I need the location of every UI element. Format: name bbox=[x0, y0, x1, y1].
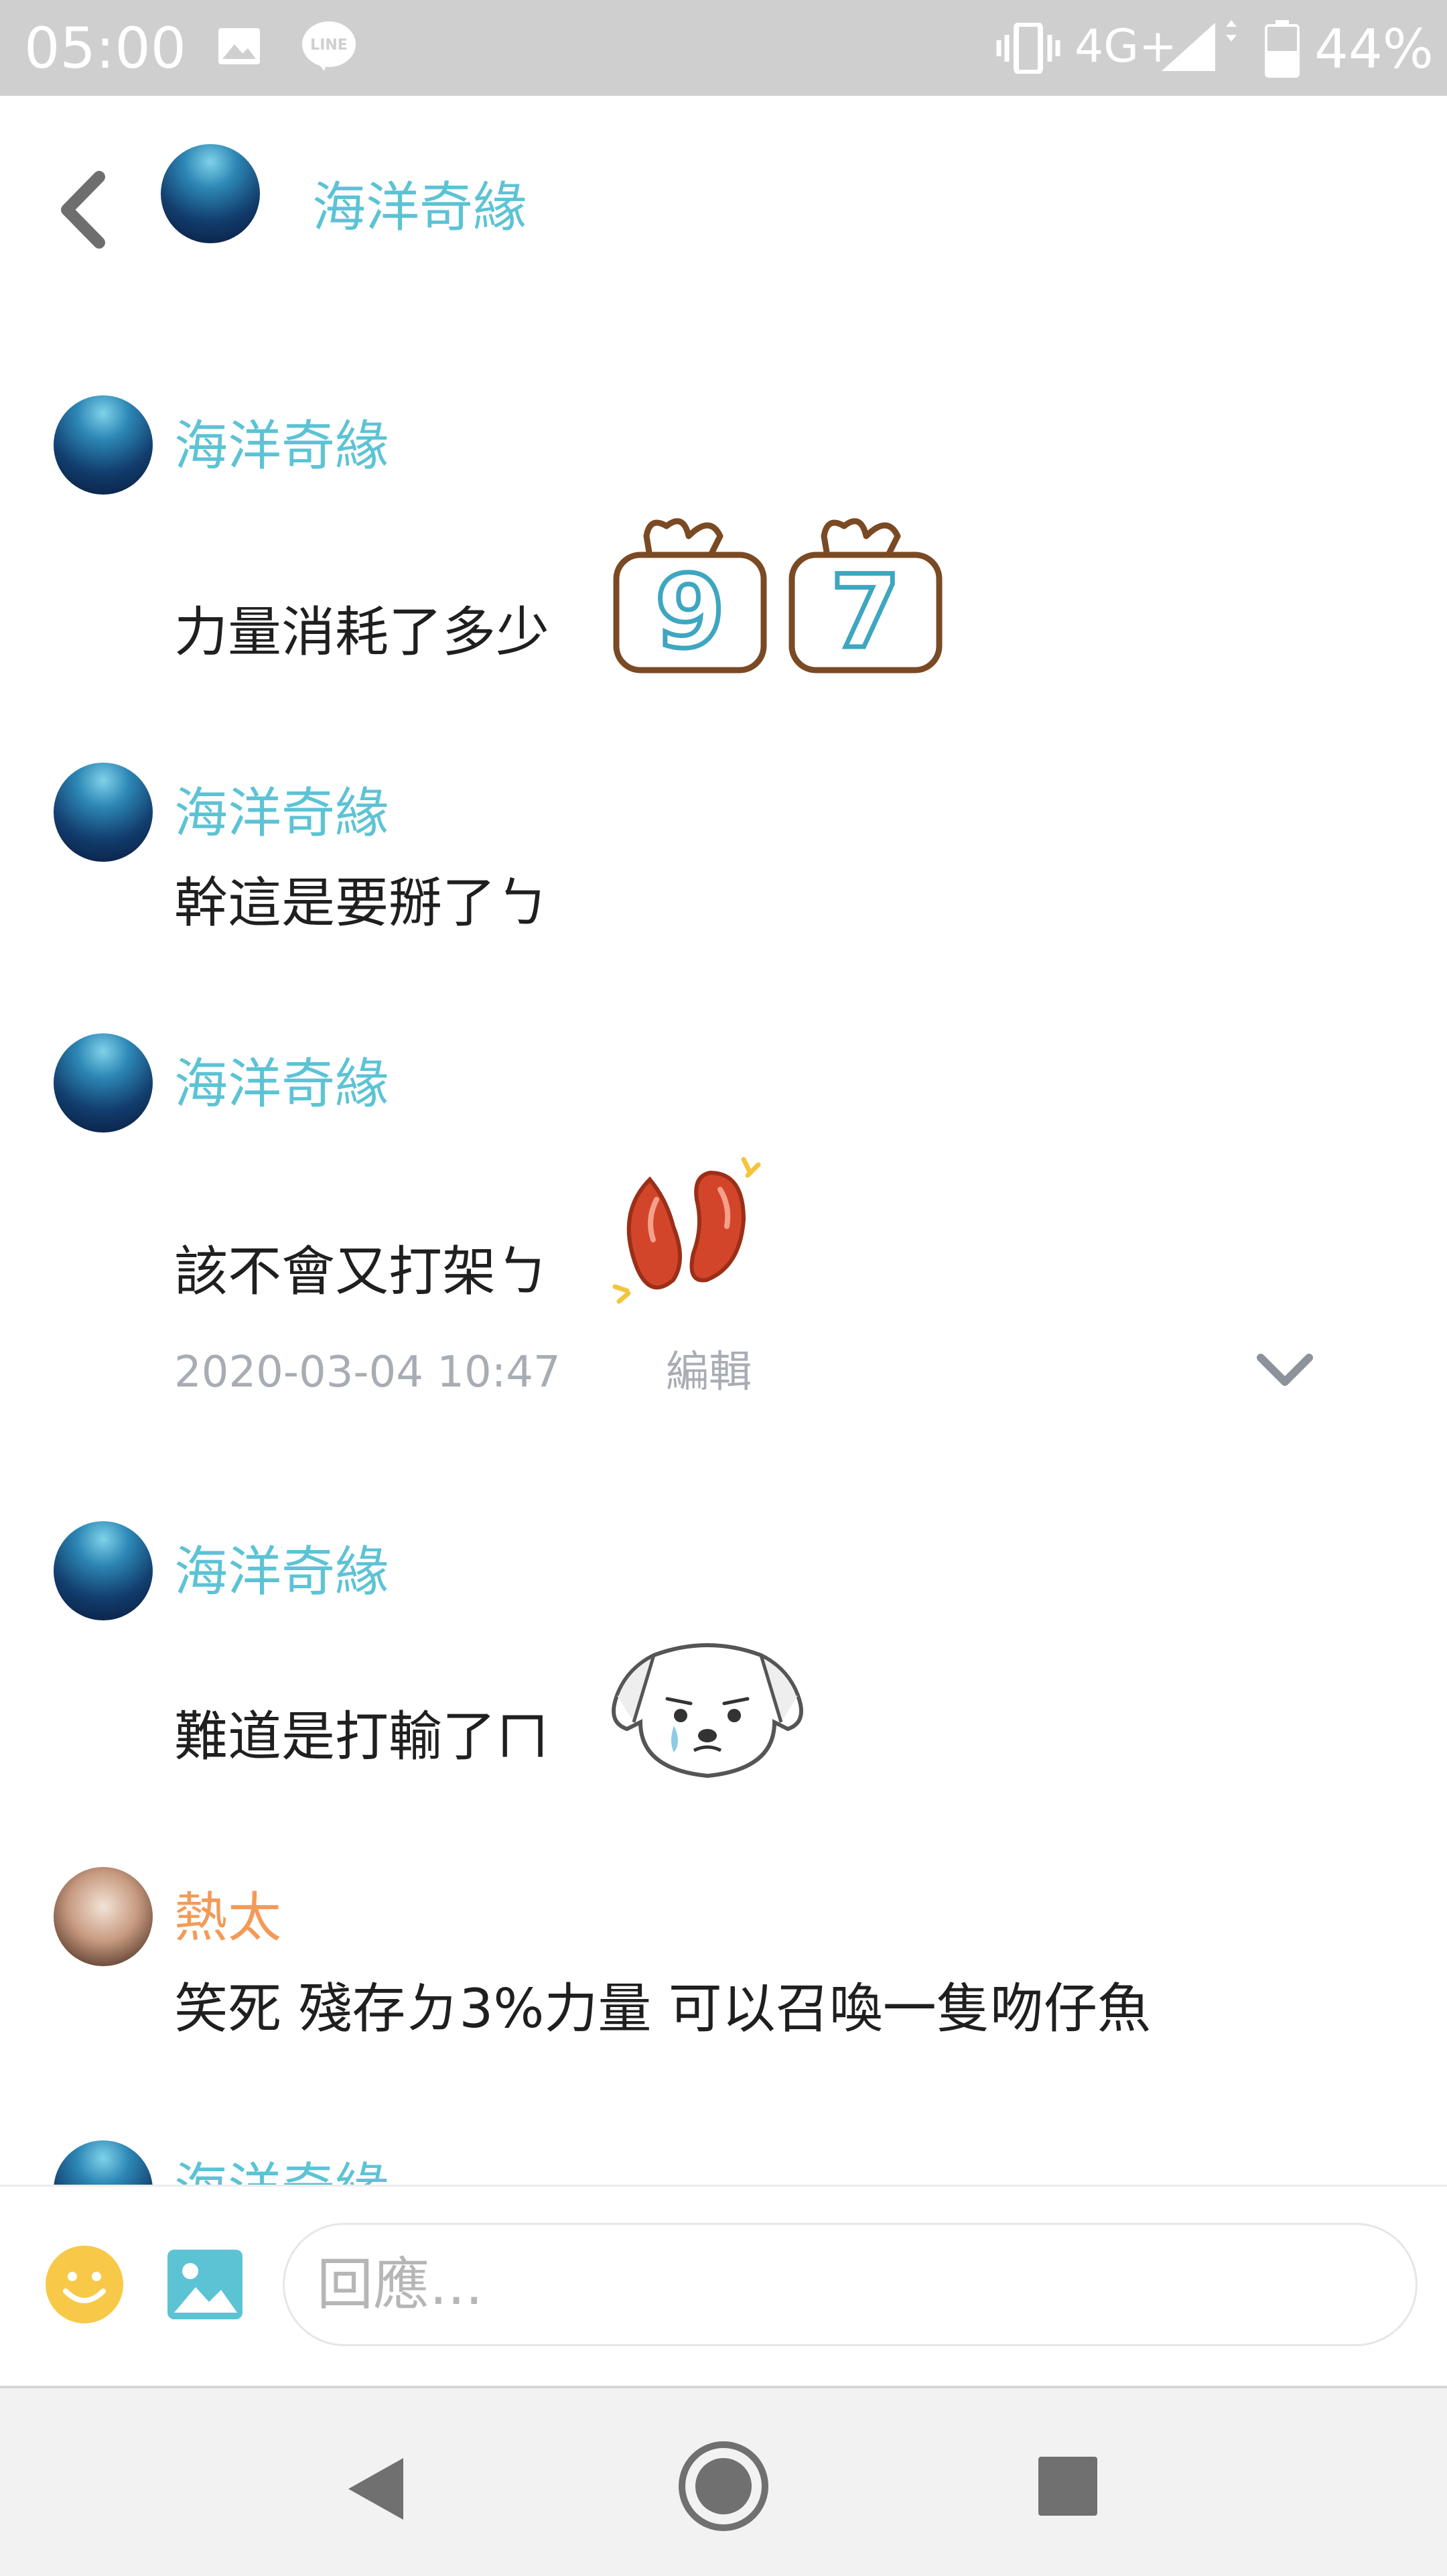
avatar[interactable] bbox=[54, 2140, 153, 2185]
nav-recents-icon[interactable] bbox=[1037, 2455, 1099, 2517]
edit-link[interactable]: 編輯 bbox=[666, 1346, 752, 1399]
smiley-icon[interactable] bbox=[43, 2243, 126, 2326]
svg-text:LINE: LINE bbox=[310, 37, 348, 54]
battery-percent: 44% bbox=[1314, 18, 1434, 80]
sender-name[interactable]: 海洋奇緣 bbox=[174, 2156, 389, 2185]
chat-title[interactable]: 海洋奇緣 bbox=[312, 176, 527, 240]
avatar[interactable] bbox=[54, 763, 153, 862]
sticker-digit: 9 bbox=[655, 554, 725, 671]
crying-dog-sticker[interactable] bbox=[607, 1635, 808, 1783]
avatar[interactable] bbox=[54, 395, 153, 495]
chevron-left-icon bbox=[61, 171, 105, 249]
nav-back-icon[interactable] bbox=[342, 2453, 409, 2525]
back-button[interactable] bbox=[47, 159, 121, 260]
image-icon[interactable] bbox=[163, 2243, 247, 2326]
sender-name[interactable]: 海洋奇緣 bbox=[174, 781, 389, 846]
sender-name[interactable]: 海洋奇緣 bbox=[174, 414, 389, 478]
message-text: 笑死 殘存ㄉ3%力量 可以召喚一隻吻仔魚 bbox=[174, 1978, 1151, 2040]
message-text: 難道是打輸了ㄇ bbox=[174, 1705, 549, 1768]
message-timestamp: 2020-03-04 10:47 bbox=[174, 1348, 561, 1397]
message-text: 幹這是要掰了ㄅ bbox=[174, 872, 549, 934]
status-time: 05:00 bbox=[24, 15, 187, 81]
battery-icon bbox=[1265, 20, 1300, 78]
line-app-icon: LINE bbox=[302, 21, 356, 71]
chat-avatar[interactable] bbox=[161, 144, 260, 243]
sender-name[interactable]: 海洋奇緣 bbox=[174, 1052, 389, 1116]
number-97-sticker[interactable]: 9 7 bbox=[610, 509, 945, 677]
sender-name[interactable]: 海洋奇緣 bbox=[174, 1540, 389, 1604]
gallery-icon bbox=[218, 28, 260, 64]
list-item: 海洋奇緣 bbox=[0, 2131, 1447, 2185]
vibrate-icon bbox=[996, 23, 1060, 74]
avatar[interactable] bbox=[54, 1521, 153, 1620]
chevron-down-icon[interactable] bbox=[1253, 1348, 1317, 1391]
reply-bar bbox=[0, 2185, 1447, 2388]
nav-home-icon[interactable] bbox=[677, 2439, 770, 2533]
sender-name[interactable]: 熱太 bbox=[174, 1886, 281, 1950]
message-text: 該不會又打架ㄅ bbox=[174, 1240, 549, 1303]
red-beans-sticker[interactable] bbox=[610, 1153, 770, 1313]
sticker-digit: 7 bbox=[831, 554, 900, 671]
message-text: 力量消耗了多少 bbox=[174, 601, 549, 663]
status-bar: 05:00 LINE 4G+ 44% bbox=[0, 0, 1447, 96]
avatar[interactable] bbox=[54, 1033, 153, 1133]
reply-input[interactable] bbox=[283, 2223, 1418, 2346]
avatar[interactable] bbox=[54, 1867, 153, 1966]
system-nav-bar bbox=[0, 2386, 1447, 2576]
signal-icon bbox=[1162, 20, 1237, 71]
